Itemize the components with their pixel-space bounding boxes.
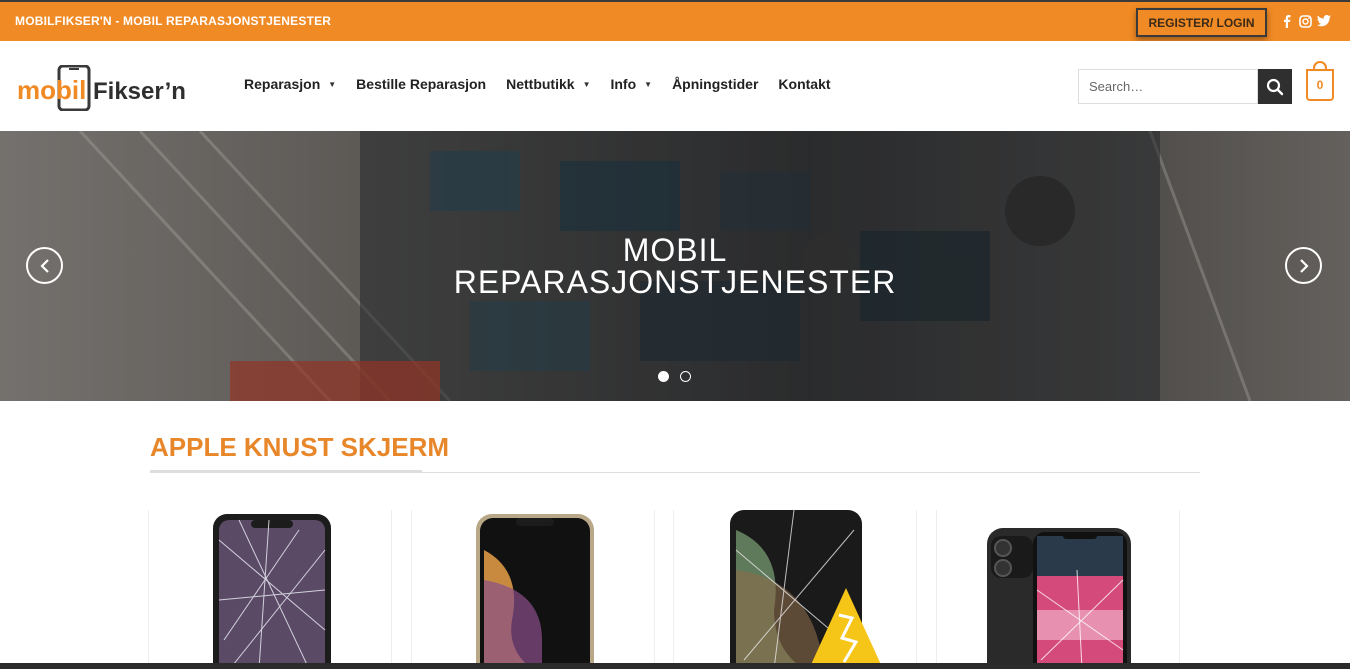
product-image (213, 514, 331, 669)
slider-dot-1[interactable] (658, 371, 669, 382)
section-title: APPLE KNUST SKJERM (150, 432, 450, 462)
facebook-icon[interactable] (1280, 14, 1294, 28)
nav-label: Bestille Reparasjon (356, 76, 487, 92)
instagram-icon[interactable] (1298, 14, 1312, 28)
logo-text-fiksern: Fikser’n (93, 78, 186, 105)
search-button[interactable] (1258, 69, 1292, 104)
nav-label: Kontakt (778, 76, 831, 92)
nav-item-reparasjon[interactable]: Reparasjon ▼ (244, 76, 336, 92)
site-tagline: MOBILFIKSER'N - MOBIL REPARASJONSTJENEST… (15, 14, 332, 28)
search-icon (1266, 78, 1284, 95)
hero-slider: MOBIL REPARASJONSTJENESTER (0, 131, 1350, 401)
product-card[interactable] (673, 510, 917, 669)
product-image (987, 528, 1131, 669)
hero-title-line2: REPARASJONSTJENESTER (453, 264, 897, 300)
product-image (730, 510, 883, 669)
slider-next-button[interactable] (1285, 247, 1322, 284)
main-nav: Reparasjon ▼ Bestille Reparasjon Nettbuti… (244, 76, 851, 92)
hero-title-line1: MOBIL (622, 232, 728, 268)
bottom-bar (0, 663, 1350, 669)
nav-label: Nettbutikk (506, 76, 575, 92)
site-logo[interactable]: mobil Fikser’n (17, 64, 207, 112)
twitter-icon[interactable] (1317, 14, 1331, 28)
nav-item-nettbutikk[interactable]: Nettbutikk ▼ (506, 76, 590, 92)
caret-down-icon: ▼ (644, 79, 653, 89)
product-card[interactable] (936, 510, 1180, 669)
main-header: mobil Fikser’n Reparasjon ▼ Bestille Repa… (0, 41, 1350, 131)
slider-dot-2[interactable] (680, 371, 691, 382)
product-card[interactable] (411, 510, 655, 669)
nav-label: Info (610, 76, 637, 92)
nav-label: Reparasjon (244, 76, 321, 92)
nav-item-info[interactable]: Info ▼ (610, 76, 652, 92)
register-login-button[interactable]: REGISTER/ LOGIN (1136, 8, 1267, 37)
chevron-right-icon (1299, 258, 1309, 273)
nav-item-bestille-reparasjon[interactable]: Bestille Reparasjon (356, 76, 486, 92)
caret-down-icon: ▼ (582, 79, 591, 89)
slider-prev-button[interactable] (26, 247, 63, 284)
top-bar: MOBILFIKSER'N - MOBIL REPARASJONSTJENEST… (0, 0, 1350, 41)
product-card[interactable] (148, 510, 392, 669)
nav-label: Åpningstider (672, 76, 759, 92)
nav-item-kontakt[interactable]: Kontakt (778, 76, 830, 92)
nav-item-apningstider[interactable]: Åpningstider (672, 76, 758, 92)
search-input[interactable]: Search… (1078, 69, 1258, 104)
cart-count: 0 (1316, 78, 1324, 92)
caret-down-icon: ▼ (328, 79, 337, 89)
logo-text-mobil: mobil (17, 75, 86, 105)
section-title-underline (150, 470, 422, 473)
chevron-left-icon (39, 258, 49, 273)
cart-button[interactable]: 0 (1306, 69, 1334, 101)
product-image (476, 514, 594, 669)
